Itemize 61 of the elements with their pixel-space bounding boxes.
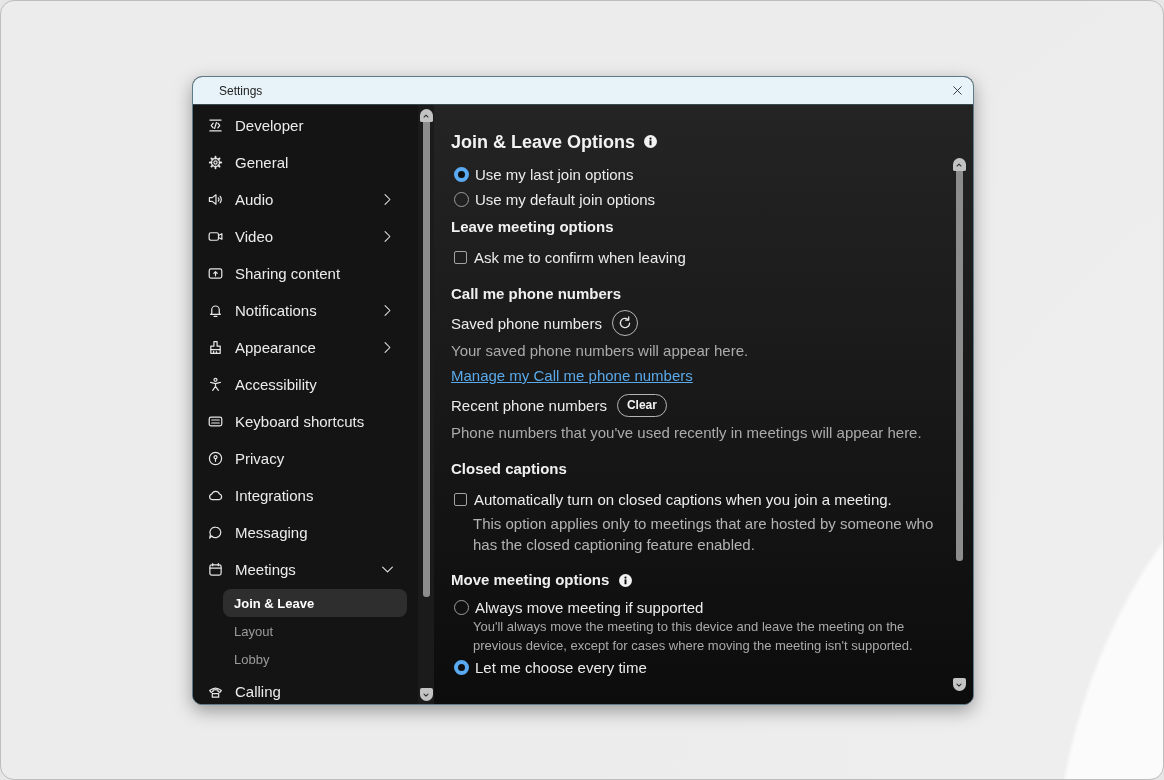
section-heading: Closed captions	[451, 459, 567, 479]
sidebar-subitem[interactable]: Layout	[223, 617, 407, 645]
checkbox-option[interactable]: Automatically turn on closed captions when you join a meeting.	[451, 486, 952, 512]
video-camera-icon	[208, 229, 223, 244]
window-title: Settings	[219, 83, 263, 98]
chat-bubble-icon	[208, 525, 223, 540]
scrollbar-thumb[interactable]	[422, 122, 430, 598]
sidebar-subitem[interactable]: Join & Leave	[223, 589, 407, 617]
person-icon	[208, 377, 223, 392]
radio-button[interactable]	[454, 167, 469, 182]
keyboard-icon	[208, 414, 223, 429]
keyhole-icon	[208, 451, 223, 466]
checkbox-option[interactable]: Ask me to confirm when leaving	[451, 244, 952, 270]
checkbox[interactable]	[454, 492, 467, 506]
sidebar-item[interactable]: Sharing content	[193, 255, 418, 292]
radio-option[interactable]: Always move meeting if supported	[451, 595, 952, 620]
sidebar-item[interactable]: Integrations	[193, 477, 418, 514]
telephone-icon	[208, 684, 223, 699]
sidebar-item[interactable]: Messaging	[193, 514, 418, 551]
checkbox[interactable]	[454, 250, 467, 264]
page-title: Join & Leave Options	[451, 130, 636, 154]
section-heading: Call me phone numbers	[451, 284, 622, 304]
cloud-icon	[208, 488, 223, 503]
code-icon	[208, 118, 223, 133]
manage-link[interactable]: Manage my Call me phone numbers	[451, 367, 693, 384]
sidebar-item[interactable]: Notifications	[193, 292, 418, 329]
gear-icon	[208, 155, 223, 170]
hint-text: Your saved phone numbers will appear here.	[451, 341, 750, 361]
close-icon	[951, 85, 963, 96]
speaker-icon	[208, 192, 223, 207]
sidebar-item[interactable]: Keyboard shortcuts	[193, 403, 418, 440]
scroll-down-button[interactable]	[419, 688, 433, 701]
option-description: You'll always move the meeting to this device and leave the meeting on the previous device, except for cases where moving the meeting isn't supported.	[473, 618, 914, 655]
screen-share-icon	[208, 266, 223, 281]
sidebar-item[interactable]: Audio	[193, 181, 418, 218]
sidebar-item[interactable]: Privacy	[193, 440, 418, 477]
sidebar-item[interactable]: Calling	[193, 673, 418, 704]
section-heading: Leave meeting options	[451, 217, 614, 237]
sidebar-item[interactable]: Developer	[193, 107, 418, 144]
sidebar-item[interactable]: Appearance	[193, 329, 418, 366]
scroll-up-button[interactable]	[419, 109, 433, 122]
radio-option[interactable]: Use my last join options	[451, 162, 952, 187]
bell-icon	[208, 303, 223, 318]
setting-label: Recent phone numbers	[451, 396, 607, 414]
sidebar-item[interactable]: Video	[193, 218, 418, 255]
paint-brush-icon	[208, 340, 223, 355]
hint-text: Phone numbers that you've used recently in meetings will appear here.	[451, 423, 923, 443]
section-heading: Move meeting options	[451, 570, 610, 590]
option-note: This option applies only to meetings that are hosted by someone who has the closed captioning feature enabled.	[473, 514, 935, 555]
scroll-down-button[interactable]	[952, 678, 966, 691]
scroll-up-button[interactable]	[952, 158, 966, 171]
setting-label: Saved phone numbers	[451, 314, 602, 332]
scrollbar-thumb[interactable]	[955, 171, 963, 562]
radio-option[interactable]: Use my default join options	[451, 187, 952, 212]
radio-button[interactable]	[454, 660, 469, 675]
calendar-icon	[208, 562, 223, 577]
sidebar-item[interactable]: Meetings	[193, 551, 418, 588]
sidebar-item[interactable]: Accessibility	[193, 366, 418, 403]
sidebar-subitem[interactable]: Lobby	[223, 645, 407, 673]
radio-option[interactable]: Let me choose every time	[451, 655, 952, 680]
sidebar-item[interactable]: General	[193, 144, 418, 181]
